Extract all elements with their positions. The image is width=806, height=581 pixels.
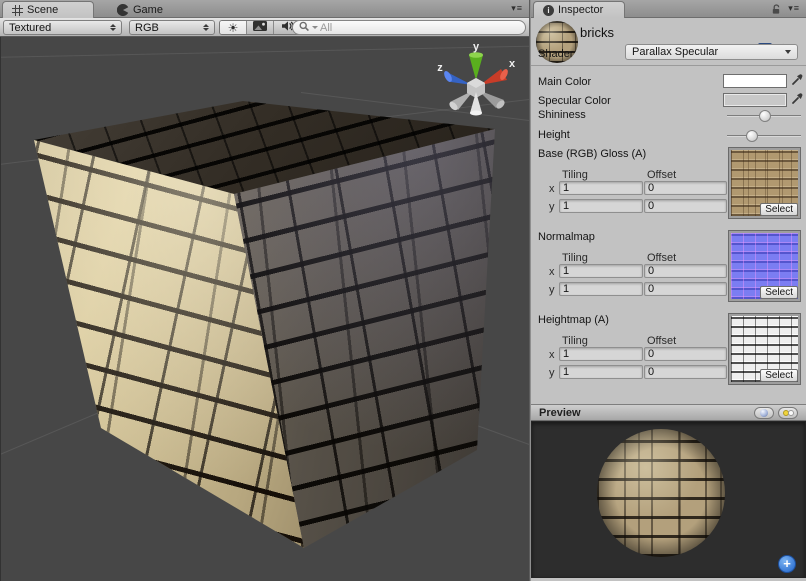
select-texture-button[interactable]: Select	[760, 369, 798, 382]
tab-scene[interactable]: Scene	[2, 1, 94, 18]
chevron-down-icon	[785, 50, 791, 54]
tab-inspector-label: Inspector	[558, 4, 603, 16]
select-texture-button[interactable]: Select	[760, 286, 798, 299]
tab-inspector[interactable]: i Inspector	[533, 1, 625, 18]
tab-game-label: Game	[133, 4, 163, 16]
lock-icon[interactable]	[770, 3, 782, 18]
search-input[interactable]	[320, 22, 519, 34]
main-color-swatch[interactable]	[723, 74, 787, 88]
height-slider[interactable]	[727, 135, 801, 137]
heightmap-texture-thumbnail[interactable]: Select	[729, 314, 800, 384]
tiling-y-input[interactable]	[559, 199, 643, 213]
updown-arrows-icon	[110, 24, 116, 31]
preview-shape-button[interactable]	[754, 407, 774, 419]
preview-title: Preview	[539, 407, 581, 419]
map-label: Normalmap	[538, 231, 595, 243]
inspector-panel-menu-icon[interactable]: ▾≡	[788, 3, 800, 14]
offset-y-input[interactable]	[644, 199, 727, 213]
scene-search-field[interactable]	[292, 20, 526, 35]
tiling-header: Tiling	[562, 335, 588, 347]
preview-viewport[interactable]: +	[531, 421, 806, 578]
normalmap-texture-thumbnail[interactable]: Select	[729, 231, 800, 301]
render-mode-value: Textured	[9, 22, 51, 34]
channel-value: RGB	[135, 22, 159, 34]
base-texture-thumbnail[interactable]: Select	[729, 148, 800, 218]
material-name: bricks	[580, 25, 614, 40]
scene-toolbar: Textured RGB ☀	[0, 18, 529, 37]
axis-x-label: x	[549, 349, 555, 361]
scene-orientation-gizmo[interactable]: y z x	[430, 40, 522, 125]
scene-tabbar: Scene Game ▾≡	[0, 0, 529, 18]
game-icon	[117, 4, 129, 16]
inspector-panel: i Inspector ▾≡ bricks Shader ? Parallax …	[531, 0, 806, 581]
map-label: Base (RGB) Gloss (A)	[538, 148, 646, 160]
preview-header[interactable]: Preview	[531, 404, 806, 421]
tiling-header: Tiling	[562, 169, 588, 181]
image-icon	[253, 21, 267, 34]
light-dot-icon	[788, 410, 794, 416]
preview-material-sphere[interactable]	[597, 429, 725, 557]
map-section-normalmap: Normalmap Tiling Offset x y Select	[531, 229, 806, 307]
offset-x-input[interactable]	[644, 347, 727, 361]
axis-y-label: y	[549, 284, 555, 296]
offset-y-input[interactable]	[644, 365, 727, 379]
axis-y-label: y	[549, 201, 555, 213]
inspector-tabbar: i Inspector ▾≡	[531, 0, 806, 18]
offset-header: Offset	[647, 335, 676, 347]
scene-view-toggles: ☀	[219, 20, 302, 35]
preview-lighting-button[interactable]	[778, 407, 798, 419]
axis-y-label: y	[549, 367, 555, 379]
scene-viewport[interactable]: y z x	[0, 37, 529, 581]
eyedropper-icon[interactable]	[791, 92, 804, 108]
shininess-label: Shininess	[538, 109, 586, 121]
shininess-slider[interactable]	[727, 115, 801, 117]
render-mode-dropdown[interactable]: Textured	[3, 20, 122, 35]
tab-game[interactable]: Game	[108, 1, 172, 18]
shader-label: Shader	[538, 48, 573, 60]
gizmo-x-label[interactable]: x	[509, 58, 516, 70]
channel-dropdown[interactable]: RGB	[129, 20, 215, 35]
offset-y-input[interactable]	[644, 282, 727, 296]
offset-header: Offset	[647, 252, 676, 264]
gizmo-z-label[interactable]: z	[437, 62, 443, 74]
shader-dropdown[interactable]: Parallax Specular	[625, 44, 798, 60]
main-color-label: Main Color	[538, 76, 591, 88]
search-filter-caret-icon[interactable]	[312, 26, 318, 29]
gizmo-y-label[interactable]: y	[473, 41, 480, 53]
effects-toggle-button[interactable]	[247, 21, 274, 34]
tab-scene-label: Scene	[27, 4, 58, 16]
tiling-x-input[interactable]	[559, 347, 643, 361]
tiling-x-input[interactable]	[559, 264, 643, 278]
updown-arrows-icon	[203, 24, 209, 31]
tiling-header: Tiling	[562, 252, 588, 264]
sun-icon: ☀	[228, 22, 239, 34]
select-texture-button[interactable]: Select	[760, 203, 798, 216]
height-slider-thumb[interactable]	[746, 130, 758, 142]
map-label: Heightmap (A)	[538, 314, 609, 326]
axis-x-label: x	[549, 183, 555, 195]
tiling-y-input[interactable]	[559, 365, 643, 379]
map-section-heightmap: Heightmap (A) Tiling Offset x y Select	[531, 312, 806, 390]
shininess-slider-thumb[interactable]	[759, 110, 771, 122]
specular-color-label: Specular Color	[538, 95, 611, 107]
specular-color-swatch[interactable]	[723, 93, 787, 107]
tiling-y-input[interactable]	[559, 282, 643, 296]
scene-panel: Scene Game ▾≡ Textured RGB ☀	[0, 0, 529, 581]
eyedropper-icon[interactable]	[791, 73, 804, 89]
offset-header: Offset	[647, 169, 676, 181]
shader-value: Parallax Specular	[632, 46, 718, 58]
offset-x-input[interactable]	[644, 181, 727, 195]
scene-panel-menu-icon[interactable]: ▾≡	[511, 3, 523, 14]
sphere-icon	[760, 409, 768, 417]
axis-x-label: x	[549, 266, 555, 278]
tiling-x-input[interactable]	[559, 181, 643, 195]
magnifier-icon	[299, 21, 310, 35]
info-icon: i	[543, 5, 554, 16]
offset-x-input[interactable]	[644, 264, 727, 278]
height-label: Height	[538, 129, 570, 141]
add-button[interactable]: +	[778, 555, 796, 573]
grid-icon	[12, 5, 23, 16]
map-section-base: Base (RGB) Gloss (A) Tiling Offset x y S…	[531, 146, 806, 224]
lighting-toggle-button[interactable]: ☀	[220, 21, 247, 34]
